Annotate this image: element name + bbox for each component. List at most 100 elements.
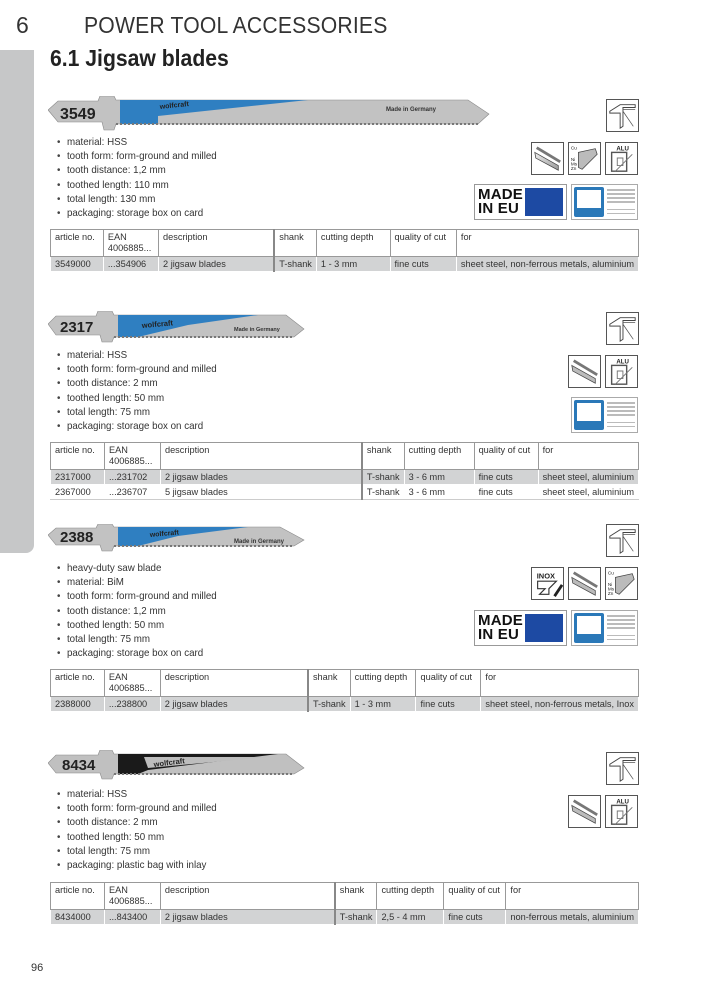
- table-cell: 2,5 - 4 mm: [376, 909, 445, 925]
- column-header: for: [455, 229, 640, 257]
- made-in-eu-badge: MADE IN EU: [474, 184, 567, 220]
- fine-cut-icon: [606, 524, 639, 557]
- table-cell: ...231702: [103, 469, 161, 485]
- table-cell: 8434000: [50, 909, 105, 925]
- fine-cut-icon: [606, 99, 639, 132]
- svg-text:ALU: ALU: [616, 359, 629, 366]
- table-cell: fine cuts: [443, 909, 507, 925]
- table-header-row: article no. EAN 4006885... description s…: [50, 882, 639, 910]
- column-header: shank: [273, 229, 317, 257]
- table-cell: ...238800: [103, 696, 161, 712]
- column-header: for: [537, 442, 640, 470]
- feature-item: heavy-duty saw blade: [57, 561, 217, 575]
- table-cell: 3 - 6 mm: [403, 484, 475, 500]
- tuv-certified-badge: [571, 610, 638, 646]
- table-cell: ...354906: [102, 256, 160, 272]
- table-cell: 2 jigsaw blades: [159, 469, 363, 485]
- table-cell: 2367000: [50, 484, 105, 500]
- table-cell: T-shank: [273, 256, 317, 272]
- table-cell: sheet steel, non-ferrous metals, alumini…: [455, 256, 640, 272]
- table-cell: 2317000: [50, 469, 105, 485]
- feature-item: tooth form: form-ground and milled: [57, 362, 217, 376]
- feature-item: tooth distance: 2 mm: [57, 376, 217, 390]
- svg-text:ALU: ALU: [616, 146, 629, 153]
- made-in-eu-badge: MADE IN EU: [474, 610, 567, 646]
- table-row: 2388000 ...238800 2 jigsaw blades T-shank 1…: [50, 696, 639, 712]
- feature-item: material: BiM: [57, 575, 217, 589]
- table-cell: fine cuts: [415, 696, 482, 712]
- fine-cut-icon: [606, 752, 639, 785]
- column-header: cutting depth: [349, 669, 417, 697]
- feature-item: tooth distance: 2 mm: [57, 815, 217, 829]
- table-cell: 1 - 3 mm: [315, 256, 391, 272]
- svg-text:INOX: INOX: [537, 571, 555, 580]
- feature-item: packaging: storage box on card: [57, 646, 217, 660]
- sheet-metal-icon: [568, 355, 601, 388]
- blade-image-2388: 2388 wolfcraft Made in Germany: [48, 524, 306, 552]
- svg-text:8434: 8434: [62, 757, 96, 774]
- eu-flag-icon: [525, 614, 563, 642]
- table-cell: non-ferrous metals, aluminium: [505, 909, 639, 925]
- feature-item: tooth distance: 1,2 mm: [57, 163, 217, 177]
- aluminium-icon: ALU: [605, 355, 638, 388]
- column-header: article no.: [50, 882, 105, 910]
- sheet-metal-icon: [531, 142, 564, 175]
- aluminium-icon: ALU: [605, 795, 638, 828]
- blade-image-8434: 8434 wolfcraft: [48, 750, 306, 780]
- column-header: quality of cut: [415, 669, 482, 697]
- page-number: 96: [31, 962, 44, 974]
- tuv-certified-badge: [571, 397, 638, 433]
- feature-item: total length: 130 mm: [57, 192, 217, 206]
- table-cell: ...843400: [103, 909, 161, 925]
- svg-text:Made in Germany: Made in Germany: [234, 327, 281, 333]
- table-cell: 2388000: [50, 696, 105, 712]
- column-header: shank: [306, 669, 351, 697]
- column-header: article no.: [50, 442, 105, 470]
- feature-item: total length: 75 mm: [57, 844, 217, 858]
- feature-list: material: HSS tooth form: form-ground an…: [57, 135, 217, 220]
- sheet-metal-icon: [568, 795, 601, 828]
- feature-list: material: HSS tooth form: form-ground an…: [57, 787, 217, 872]
- column-header: description: [159, 442, 363, 470]
- chapter-title: POWER TOOL ACCESSORIES: [84, 12, 388, 38]
- table-cell: 3549000: [50, 256, 104, 272]
- column-header: quality of cut: [389, 229, 457, 257]
- spec-table-2317: article no. EAN 4006885... description s…: [50, 442, 640, 500]
- svg-text:Zn: Zn: [571, 166, 577, 171]
- svg-text:2317: 2317: [60, 319, 93, 336]
- feature-list: material: HSS tooth form: form-ground an…: [57, 348, 217, 433]
- column-header: cutting depth: [376, 882, 445, 910]
- table-row: 2367000 ...236707 5 jigsaw blades T-shank 3…: [50, 484, 640, 500]
- column-header: quality of cut: [473, 442, 539, 470]
- aluminium-icon: ALU: [605, 142, 638, 175]
- feature-item: toothed length: 50 mm: [57, 830, 217, 844]
- svg-text:ALU: ALU: [616, 799, 629, 806]
- chapter-side-tab: [0, 50, 34, 553]
- table-cell: sheet steel, non-ferrous metals, Inox: [480, 696, 639, 712]
- feature-item: total length: 75 mm: [57, 405, 217, 419]
- column-header: description: [158, 229, 275, 257]
- feature-item: toothed length: 110 mm: [57, 178, 217, 192]
- blade-image-2317: 2317 wolfcraft Made in Germany: [48, 311, 306, 343]
- column-header: article no.: [50, 229, 104, 257]
- column-header: cutting depth: [315, 229, 391, 257]
- table-header-row: article no. EAN 4006885... description s…: [50, 442, 640, 470]
- svg-text:Cu: Cu: [571, 146, 577, 151]
- table-cell: 2 jigsaw blades: [159, 696, 309, 712]
- column-header: description: [159, 882, 336, 910]
- spec-table-3549: article no. EAN 4006885... description s…: [50, 229, 640, 272]
- tuv-certified-badge: [571, 184, 638, 220]
- chapter-number: 6: [16, 12, 30, 38]
- column-header: description: [159, 669, 309, 697]
- feature-item: tooth distance: 1,2 mm: [57, 604, 217, 618]
- table-cell: fine cuts: [473, 484, 539, 500]
- svg-text:Cu: Cu: [608, 571, 614, 576]
- feature-list: heavy-duty saw blade material: BiM tooth…: [57, 561, 217, 660]
- non-ferrous-metal-icon: Cu Ni Ms Zn: [568, 142, 601, 175]
- spec-table-2388: article no. EAN 4006885... description s…: [50, 669, 639, 712]
- table-cell: ...236707: [103, 484, 161, 500]
- table-cell: 1 - 3 mm: [349, 696, 417, 712]
- feature-item: packaging: plastic bag with inlay: [57, 858, 217, 872]
- feature-item: packaging: storage box on card: [57, 419, 217, 433]
- feature-item: material: HSS: [57, 787, 217, 801]
